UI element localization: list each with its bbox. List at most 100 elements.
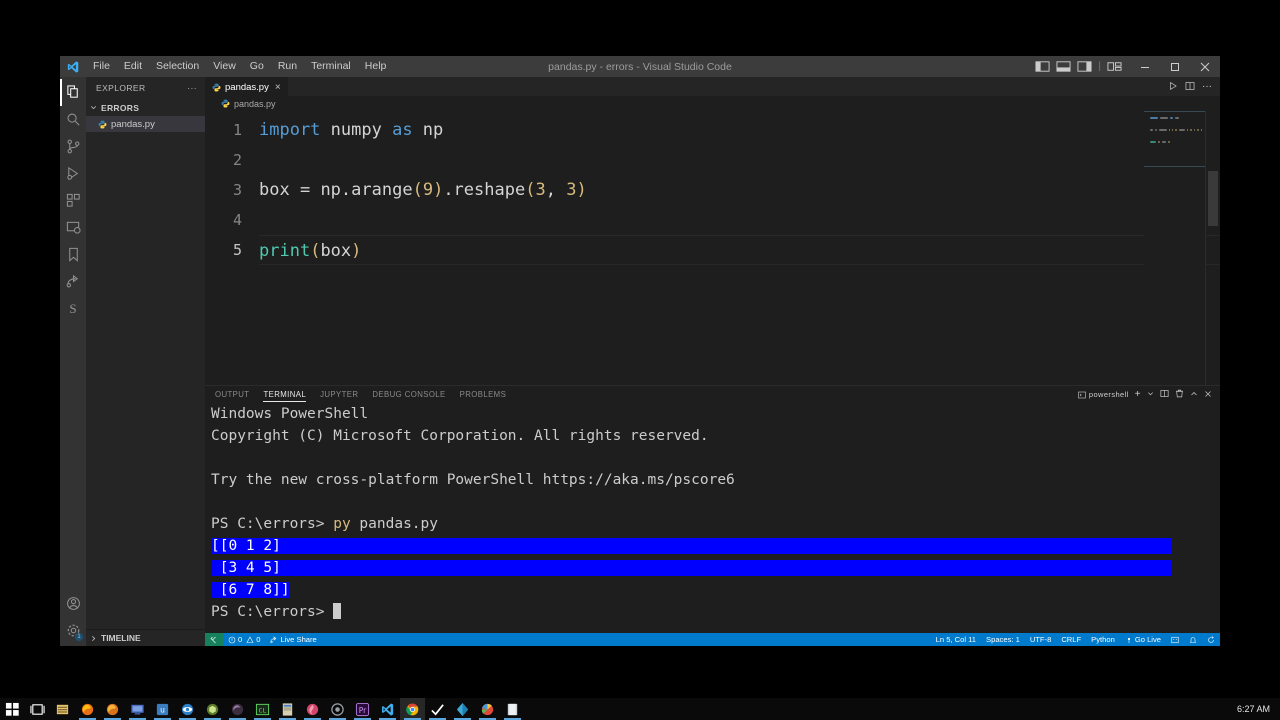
code-text[interactable]: box = np.arange(9).reshape(3, 3) xyxy=(259,175,1220,205)
activity-explorer[interactable] xyxy=(60,79,86,106)
status-sync[interactable] xyxy=(1202,633,1220,646)
menu-bar[interactable]: File Edit Selection View Go Run Terminal… xyxy=(86,57,393,76)
close-panel-icon[interactable] xyxy=(1204,390,1212,400)
status-eol[interactable]: CRLF xyxy=(1056,633,1086,646)
menu-terminal[interactable]: Terminal xyxy=(304,57,358,76)
menu-go[interactable]: Go xyxy=(243,57,271,76)
start-icon[interactable] xyxy=(0,698,25,720)
settings-badge: 1 xyxy=(75,633,83,641)
tab-jupyter[interactable]: JUPYTER xyxy=(320,386,358,403)
more-actions-icon[interactable]: ··· xyxy=(1202,81,1212,91)
chrome-icon[interactable] xyxy=(400,698,425,720)
close-button[interactable] xyxy=(1190,56,1220,77)
windows-taskbar: u CL Pr 6:27 AM xyxy=(0,698,1280,720)
status-live-share[interactable]: Live Share xyxy=(265,633,321,646)
brand-icon[interactable] xyxy=(300,698,325,720)
chevron-down-icon[interactable] xyxy=(1147,390,1154,399)
folder-icon[interactable] xyxy=(500,698,525,720)
status-go-live[interactable]: Go Live xyxy=(1120,633,1166,646)
activity-run-debug[interactable] xyxy=(60,160,86,187)
unity-icon[interactable] xyxy=(200,698,225,720)
edge-dev-icon[interactable] xyxy=(225,698,250,720)
activity-remote-explorer[interactable] xyxy=(60,214,86,241)
maximize-button[interactable] xyxy=(1160,56,1190,77)
terminal-viewport[interactable]: Windows PowerShell Copyright (C) Microsof… xyxy=(205,403,1220,633)
activity-sourcery[interactable]: S xyxy=(60,295,86,322)
file-explorer-icon[interactable] xyxy=(50,698,75,720)
media-icon[interactable]: u xyxy=(150,698,175,720)
panel-left-icon[interactable] xyxy=(1035,59,1050,74)
editor-scrollbar[interactable] xyxy=(1206,111,1220,385)
terminal-shell-selector[interactable]: powershell xyxy=(1078,390,1129,399)
remote-indicator[interactable] xyxy=(205,633,223,646)
maximize-panel-icon[interactable] xyxy=(1190,390,1198,400)
panel-bottom-icon[interactable] xyxy=(1056,59,1071,74)
activity-search[interactable] xyxy=(60,106,86,133)
status-language-mode[interactable]: Python xyxy=(1086,633,1120,646)
check-icon[interactable] xyxy=(425,698,450,720)
activity-live-share[interactable] xyxy=(60,268,86,295)
error-count: 0 xyxy=(238,635,243,644)
chrome-canary-icon[interactable] xyxy=(325,698,350,720)
vscode-icon[interactable] xyxy=(375,698,400,720)
file-item-pandas[interactable]: pandas.py xyxy=(86,116,205,132)
tab-output[interactable]: OUTPUT xyxy=(215,386,249,403)
minimize-button[interactable] xyxy=(1130,56,1160,77)
status-feedback[interactable] xyxy=(1166,633,1184,646)
menu-file[interactable]: File xyxy=(86,57,117,76)
code-text[interactable] xyxy=(259,205,1220,235)
sidebar-more-icon[interactable]: ··· xyxy=(187,83,197,93)
status-indentation[interactable]: Spaces: 1 xyxy=(981,633,1025,646)
task-view-icon[interactable] xyxy=(25,698,50,720)
taskbar-clock[interactable]: 6:27 AM xyxy=(1237,704,1280,714)
activity-extensions[interactable] xyxy=(60,187,86,214)
photos-icon[interactable] xyxy=(475,698,500,720)
minimap[interactable] xyxy=(1144,111,1206,385)
timeline-section[interactable]: TIMELINE xyxy=(86,629,205,646)
menu-selection[interactable]: Selection xyxy=(149,57,206,76)
menu-run[interactable]: Run xyxy=(271,57,304,76)
folder-row-errors[interactable]: ERRORS xyxy=(86,99,205,116)
activity-bookmarks[interactable] xyxy=(60,241,86,268)
cl-terminal-icon[interactable]: CL xyxy=(250,698,275,720)
premiere-icon[interactable]: Pr xyxy=(350,698,375,720)
firefox-icon[interactable] xyxy=(75,698,100,720)
code-text[interactable]: print(box) xyxy=(259,235,1220,265)
activity-accounts[interactable] xyxy=(60,590,86,617)
status-bell[interactable] xyxy=(1184,633,1202,646)
terminal-line: [3 4 5] xyxy=(211,557,1220,579)
run-python-file-icon[interactable] xyxy=(1168,78,1178,96)
eye-icon[interactable] xyxy=(175,698,200,720)
activity-source-control[interactable] xyxy=(60,133,86,160)
panel-right-icon[interactable] xyxy=(1077,59,1092,74)
code-text[interactable] xyxy=(259,145,1220,175)
activity-settings-gear[interactable]: 1 xyxy=(60,617,86,644)
kill-terminal-icon[interactable] xyxy=(1175,389,1184,400)
split-terminal-icon[interactable] xyxy=(1160,389,1169,400)
tab-debug-console[interactable]: DEBUG CONSOLE xyxy=(372,386,445,403)
notes-icon[interactable] xyxy=(275,698,300,720)
firefox-dev-icon[interactable] xyxy=(100,698,125,720)
tab-terminal[interactable]: TERMINAL xyxy=(263,386,306,403)
diamond-icon[interactable] xyxy=(450,698,475,720)
split-editor-icon[interactable] xyxy=(1185,78,1195,96)
scrollbar-thumb[interactable] xyxy=(1208,171,1218,226)
menu-view[interactable]: View xyxy=(206,57,243,76)
status-encoding[interactable]: UTF-8 xyxy=(1025,633,1057,646)
tab-pandas-py[interactable]: pandas.py × xyxy=(205,77,288,96)
breadcrumb-label: pandas.py xyxy=(234,98,276,109)
minimap-slider[interactable] xyxy=(1144,111,1206,167)
tab-close-icon[interactable]: × xyxy=(275,82,281,93)
code-editor[interactable]: 1 import numpy as np 2 3 box = np.arange(9).… xyxy=(205,111,1220,385)
breadcrumb[interactable]: pandas.py xyxy=(205,96,1220,111)
status-cursor-position[interactable]: Ln 5, Col 11 xyxy=(931,633,981,646)
remote-desktop-icon[interactable] xyxy=(125,698,150,720)
menu-edit[interactable]: Edit xyxy=(117,57,149,76)
status-problems[interactable]: 0 0 xyxy=(223,633,265,646)
menu-help[interactable]: Help xyxy=(358,57,394,76)
customize-layout-icon[interactable] xyxy=(1107,59,1122,74)
code-text[interactable]: import numpy as np xyxy=(259,115,1220,145)
tab-problems[interactable]: PROBLEMS xyxy=(460,386,507,403)
new-terminal-icon[interactable]: + xyxy=(1135,389,1141,400)
